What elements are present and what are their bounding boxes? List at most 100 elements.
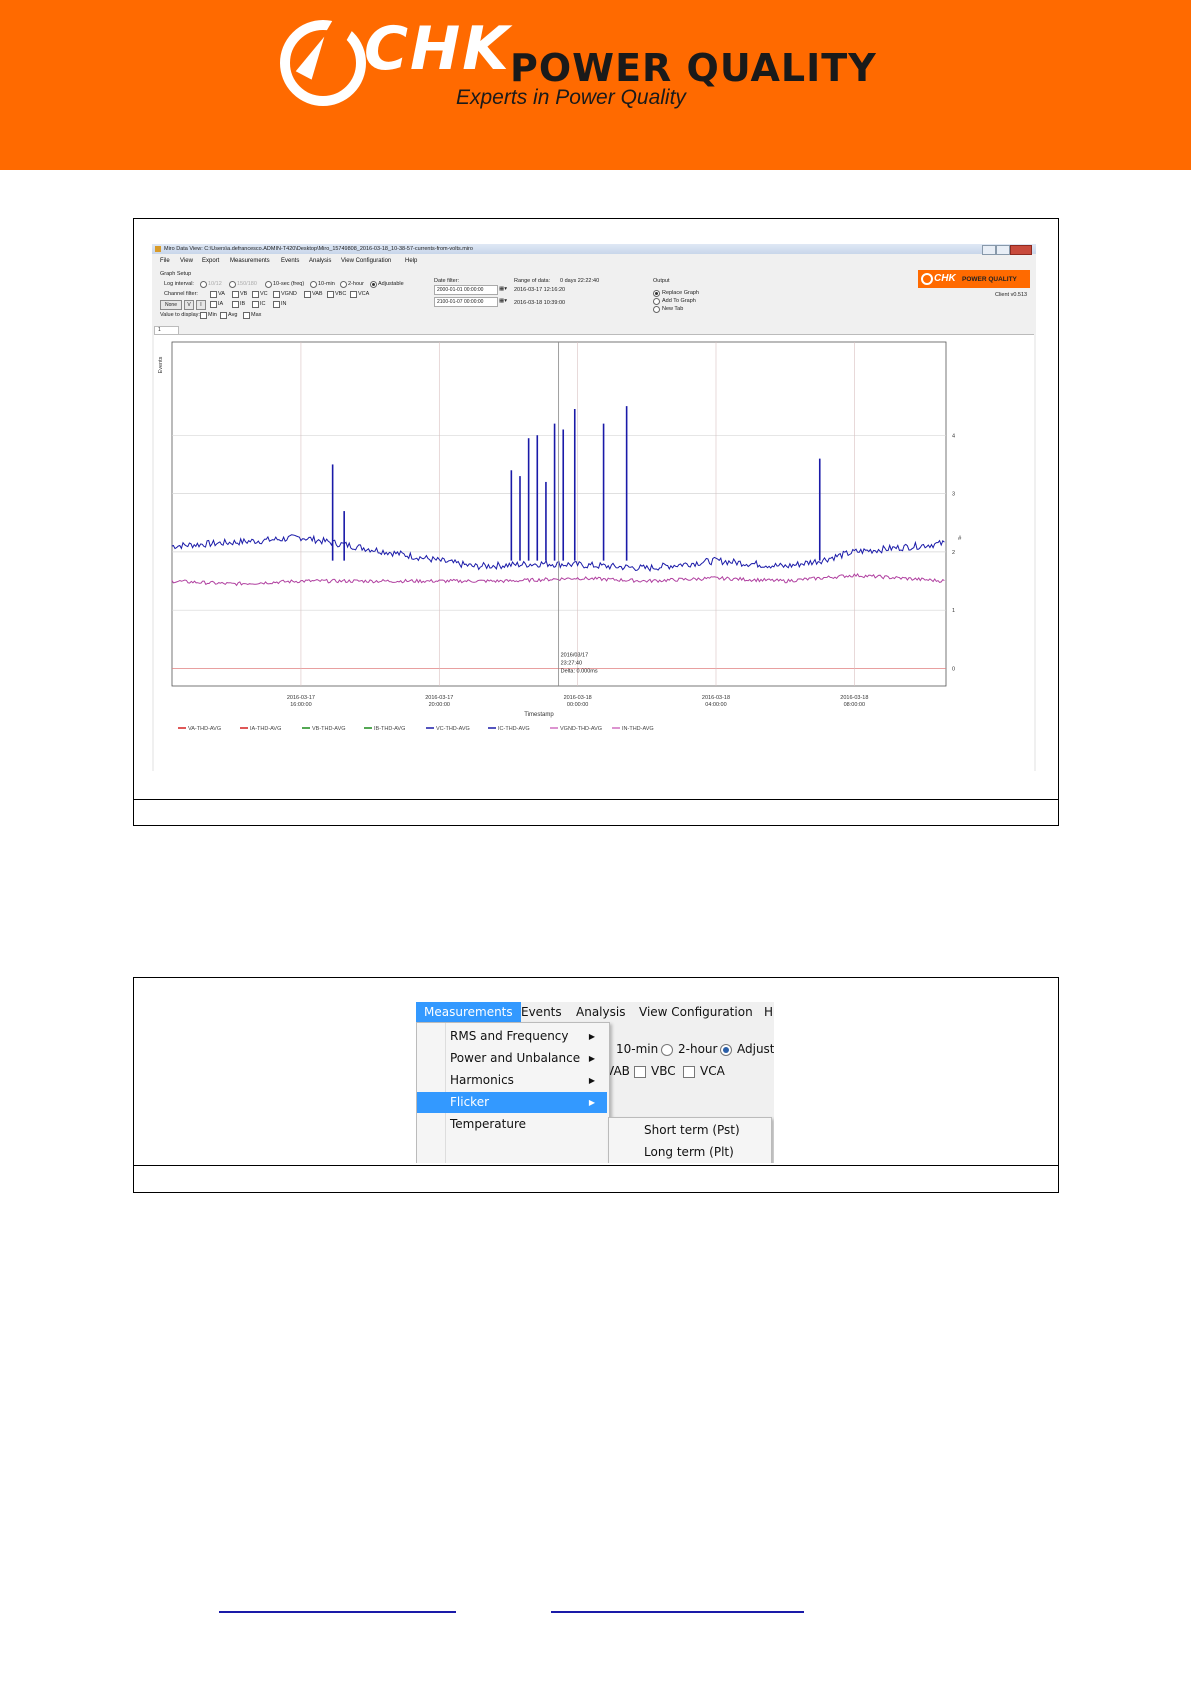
- checkbox-label: VCA: [358, 291, 370, 297]
- menu-events[interactable]: Events: [281, 258, 299, 264]
- mini-logo-pq: POWER QUALITY: [962, 276, 1017, 283]
- checkbox-label: Max: [251, 312, 262, 318]
- radio-log-150180[interactable]: [229, 281, 236, 288]
- mini-logo-chk: CHK: [934, 273, 956, 284]
- submenu-arrow-icon: ▶: [588, 1098, 595, 1107]
- checkbox-ic[interactable]: [252, 301, 259, 308]
- legend-label: VB-THD-AVG: [312, 726, 346, 732]
- value-to-display-label: Value to display:: [160, 312, 200, 318]
- checkbox-min[interactable]: [200, 312, 207, 319]
- miro-data-view-screenshot: Miro Data View: C:\Users\a.defrancesco.A…: [152, 244, 1036, 771]
- radio-label: New Tab: [662, 306, 684, 312]
- x-tick-time: 08:00:00: [844, 702, 865, 708]
- menu-events[interactable]: Events: [521, 1002, 562, 1022]
- radio-add-to-graph[interactable]: [653, 298, 660, 305]
- menu-item-flicker[interactable]: Flicker ▶: [417, 1092, 607, 1113]
- checkbox-label: VAB: [312, 291, 323, 297]
- menu-item-temperature[interactable]: Temperature: [417, 1114, 607, 1135]
- menu-analysis[interactable]: Analysis: [576, 1002, 625, 1022]
- date-filter-label: Date filter:: [434, 278, 460, 284]
- graph-setup-label: Graph Setup: [160, 271, 192, 277]
- x-axis-title: Timestamp: [524, 712, 554, 718]
- radio-2hour[interactable]: [661, 1044, 673, 1056]
- radio-label: 10-min: [318, 281, 335, 287]
- menu-analysis[interactable]: Analysis: [309, 258, 331, 264]
- header-band: CHK POWER QUALITY Experts in Power Quali…: [0, 0, 1191, 170]
- measurements-menu-screenshot: Measurements Events Analysis View Config…: [416, 1002, 774, 1163]
- menu-help[interactable]: H: [764, 1002, 773, 1022]
- menu-item-power-unbalance[interactable]: Power and Unbalance ▶: [417, 1048, 607, 1069]
- radio-replace-graph[interactable]: [653, 290, 660, 297]
- app-icon: [155, 246, 161, 252]
- radio-label: Add To Graph: [662, 298, 696, 304]
- checkbox-in[interactable]: [273, 301, 280, 308]
- calendar-icon[interactable]: ▦▾: [499, 298, 507, 304]
- checkbox-ia[interactable]: [210, 301, 217, 308]
- minimize-button[interactable]: [982, 245, 996, 255]
- checkbox-vb[interactable]: [232, 291, 239, 298]
- close-button[interactable]: [1010, 245, 1032, 255]
- radio-log-1012[interactable]: [200, 281, 207, 288]
- menu-item-harmonics[interactable]: Harmonics ▶: [417, 1070, 607, 1091]
- interval-2hour-label: 2-hour: [678, 1042, 718, 1056]
- submenu-long-term-plt[interactable]: Long term (Plt): [609, 1141, 769, 1163]
- footer-link-underline[interactable]: [551, 1611, 804, 1613]
- checkbox-vca[interactable]: [350, 291, 357, 298]
- menu-export[interactable]: Export: [202, 258, 219, 264]
- date-from-input[interactable]: 2000-01-01 00:00:00: [434, 285, 498, 295]
- x-tick-date: 2016-03-18: [840, 695, 868, 701]
- radio-log-adjustable[interactable]: [370, 281, 377, 288]
- channel-none-button[interactable]: None: [160, 300, 182, 310]
- maximize-button[interactable]: [996, 245, 1010, 255]
- calendar-icon[interactable]: ▦▾: [499, 286, 507, 292]
- date-to-input[interactable]: 2100-01-07 00:00:00: [434, 297, 498, 307]
- radio-label: 10-sec (freq): [273, 281, 305, 287]
- logo-ring-icon: [921, 273, 933, 285]
- checkbox-vca[interactable]: [683, 1066, 695, 1078]
- footer-link-underline[interactable]: [219, 1611, 456, 1613]
- checkbox-vc[interactable]: [252, 291, 259, 298]
- checkbox-ib[interactable]: [232, 301, 239, 308]
- radio-adjustable[interactable]: [720, 1044, 732, 1056]
- events-axis-label: Events: [158, 356, 164, 373]
- menu-item-label: RMS and Frequency: [450, 1029, 569, 1043]
- submenu-arrow-icon: ▶: [588, 1032, 595, 1041]
- checkbox-vbc[interactable]: [634, 1066, 646, 1078]
- submenu-arrow-icon: ▶: [588, 1054, 595, 1063]
- submenu-short-term-pst[interactable]: Short term (Pst): [609, 1119, 769, 1141]
- menu-view[interactable]: View: [180, 258, 193, 264]
- logo-chk-text: CHK: [364, 14, 511, 84]
- channel-i-button[interactable]: I: [196, 300, 206, 310]
- menu-file[interactable]: File: [160, 258, 170, 264]
- radio-log-2hour[interactable]: [340, 281, 347, 288]
- menu-measurements[interactable]: Measurements: [230, 258, 270, 264]
- cursor-delta: Delta: 0.000ms: [561, 669, 598, 675]
- figure-1-frame: Miro Data View: C:\Users\a.defrancesco.A…: [133, 218, 1059, 826]
- submenu-arrow-icon: ▶: [588, 1076, 595, 1085]
- y-tick-label: 0: [952, 667, 955, 673]
- checkbox-vab[interactable]: [304, 291, 311, 298]
- output-label: Output: [653, 278, 670, 284]
- menu-view-configuration[interactable]: View Configuration: [639, 1002, 753, 1022]
- checkbox-va[interactable]: [210, 291, 217, 298]
- flicker-submenu: Short term (Pst) Long term (Plt): [608, 1117, 772, 1163]
- checkbox-avg[interactable]: [220, 312, 227, 319]
- chart-legend: VA-THD-AVG IA-THD-AVG VB-THD-AVG IB-THD-AVG…: [178, 726, 654, 732]
- radio-log-10min[interactable]: [310, 281, 317, 288]
- radio-log-10sec[interactable]: [265, 281, 272, 288]
- figure-2-frame: Measurements Events Analysis View Config…: [133, 977, 1059, 1193]
- client-version: Client v0.513: [995, 292, 1028, 298]
- menu-item-rms-frequency[interactable]: RMS and Frequency ▶: [417, 1026, 607, 1047]
- menu-view-configuration[interactable]: View Configuration: [341, 258, 391, 264]
- checkbox-vgnd[interactable]: [273, 291, 280, 298]
- menu-measurements[interactable]: Measurements: [416, 1002, 521, 1022]
- checkbox-max[interactable]: [243, 312, 250, 319]
- menu-item-label: Power and Unbalance: [450, 1051, 581, 1065]
- channel-v-button[interactable]: V: [184, 300, 194, 310]
- radio-new-tab[interactable]: [653, 306, 660, 313]
- checkbox-label: IN: [281, 301, 287, 307]
- legend-label: IB-THD-AVG: [374, 726, 405, 732]
- menu-help[interactable]: Help: [405, 258, 417, 264]
- checkbox-vbc[interactable]: [327, 291, 334, 298]
- x-tick-time: 20:00:00: [429, 702, 450, 708]
